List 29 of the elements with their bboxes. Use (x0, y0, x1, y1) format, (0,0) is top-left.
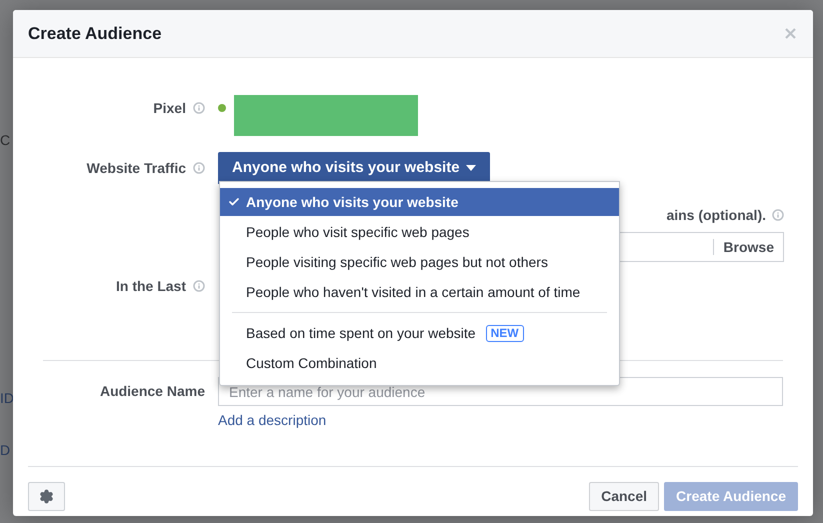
field-label: Audience Name (100, 382, 205, 401)
background-text: C (0, 130, 10, 150)
field-label: Pixel (153, 98, 186, 118)
add-description-link[interactable]: Add a description (218, 412, 326, 428)
background-text: D (0, 440, 10, 460)
audience-name-field[interactable]: Enter a name for your audience (218, 377, 783, 406)
menu-item[interactable]: Custom Combination (220, 349, 619, 377)
check-icon (228, 196, 240, 208)
cancel-button[interactable]: Cancel (589, 482, 660, 511)
menu-item[interactable]: People who haven't visited in a certain amount of time (220, 278, 619, 306)
menu-item[interactable]: People who visit specific web pages (220, 218, 619, 246)
settings-button[interactable] (28, 482, 65, 511)
info-icon (772, 209, 784, 221)
browse-button[interactable]: Browse (714, 236, 783, 258)
caret-icon (466, 165, 476, 171)
traffic-dropdown[interactable]: Anyone who visits your website (218, 152, 490, 184)
domains-label: ains (optional). (666, 206, 766, 225)
background-text: ID (0, 388, 14, 408)
dialog-title: Create Audience (28, 22, 162, 45)
menu-item[interactable]: People visiting specific web pages but not others (220, 248, 619, 276)
info-icon (193, 280, 205, 292)
settings-icon (39, 489, 54, 504)
info-icon (193, 162, 205, 174)
new-badge: NEW (486, 324, 524, 342)
menu-item[interactable]: Based on time spent on your website NEW (220, 319, 619, 347)
info-icon (193, 102, 205, 114)
field-label: Website Traffic (86, 158, 186, 178)
field-label: In the Last (116, 276, 186, 296)
menu-item[interactable]: Anyone who visits your website (220, 188, 619, 216)
